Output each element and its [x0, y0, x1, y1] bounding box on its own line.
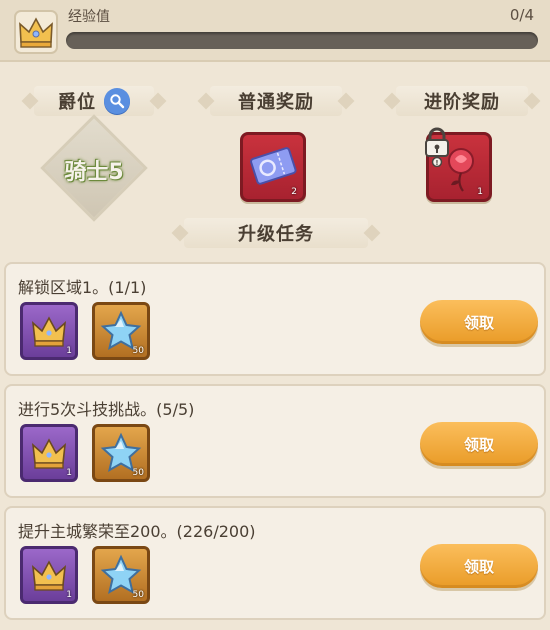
- exp-label: 经验值: [68, 9, 110, 25]
- search-icon: [110, 94, 125, 109]
- task-row: 提升主城繁荣至200。(226/200) 1 50 领取: [4, 506, 546, 620]
- rank-name: 骑士5: [64, 160, 124, 185]
- rank-header-label: 爵位: [58, 92, 96, 113]
- star-reward-item[interactable]: 50: [92, 546, 150, 604]
- rank-crown-icon: [12, 8, 60, 56]
- exp-value: 0/4: [509, 6, 534, 24]
- crown-reward-item[interactable]: 1: [20, 302, 78, 360]
- crown-reward-item[interactable]: 1: [20, 424, 78, 482]
- exp-progress-bar: [66, 32, 538, 49]
- claim-button[interactable]: 领取: [420, 300, 538, 344]
- advanced-reward-header: 进阶奖励: [382, 86, 542, 116]
- item-count: 1: [66, 346, 72, 356]
- svg-text:!: !: [435, 159, 438, 167]
- item-count: 1: [66, 590, 72, 600]
- item-count: 50: [132, 590, 144, 600]
- upgrade-tasks-header-label: 升级任务: [238, 224, 314, 245]
- star-reward-item[interactable]: 50: [92, 424, 150, 482]
- normal-reward-header-label: 普通奖励: [238, 92, 314, 113]
- star-reward-item[interactable]: 50: [92, 302, 150, 360]
- advanced-reward-count: 1: [477, 187, 483, 197]
- normal-reward-count: 2: [291, 187, 297, 197]
- lock-icon: !: [423, 127, 451, 171]
- item-count: 50: [132, 346, 144, 356]
- exp-panel: 经验值 0/4: [0, 0, 550, 62]
- rank-header: 爵位: [20, 86, 168, 116]
- rank-search-button[interactable]: [104, 88, 130, 114]
- item-count: 50: [132, 468, 144, 478]
- crown-reward-item[interactable]: 1: [20, 546, 78, 604]
- task-title: 提升主城繁荣至200。(226/200): [18, 522, 256, 541]
- upgrade-tasks-header: 升级任务: [170, 218, 382, 248]
- task-row: 解锁区域1。(1/1) 1 50 领取: [4, 262, 546, 376]
- claim-button[interactable]: 领取: [420, 544, 538, 588]
- claim-button[interactable]: 领取: [420, 422, 538, 466]
- advanced-reward-item[interactable]: ! 1: [425, 127, 492, 202]
- normal-reward-header: 普通奖励: [196, 86, 356, 116]
- task-row: 进行5次斗技挑战。(5/5) 1 50 领取: [4, 384, 546, 498]
- advanced-reward-header-label: 进阶奖励: [424, 92, 500, 113]
- normal-reward-item[interactable]: 2: [240, 132, 306, 202]
- item-count: 1: [66, 468, 72, 478]
- task-title: 进行5次斗技挑战。(5/5): [18, 400, 195, 419]
- task-title: 解锁区域1。(1/1): [18, 278, 147, 297]
